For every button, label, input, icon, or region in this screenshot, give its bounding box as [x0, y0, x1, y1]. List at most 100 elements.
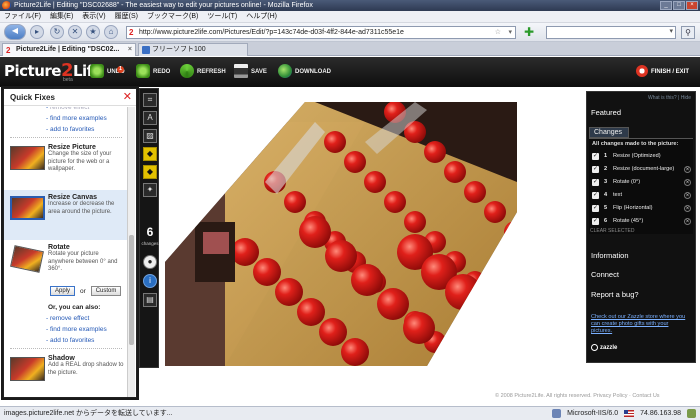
crop-tool-icon[interactable]: ⌗	[143, 93, 157, 107]
change-checkbox[interactable]: ✓	[592, 218, 599, 225]
menu-view[interactable]: 表示(V)	[82, 11, 105, 22]
also-options-title: Or, you can also:	[48, 304, 101, 311]
change-checkbox[interactable]: ✓	[592, 166, 599, 173]
change-item[interactable]: ✓ 5 Flip (Horizontal) ×	[592, 203, 692, 214]
report-bug-link[interactable]: Report a bug?	[591, 290, 639, 299]
change-item[interactable]: ✓ 4 text ×	[592, 190, 692, 201]
change-checkbox[interactable]: ✓	[592, 179, 599, 186]
tomato	[364, 171, 386, 193]
fix-resize-picture[interactable]: Resize Picture Change the size of your p…	[4, 140, 128, 190]
stop-button[interactable]: ✕	[68, 25, 82, 39]
url-dropdown-icon[interactable]: ▾	[508, 27, 512, 38]
apply-button[interactable]: Apply	[50, 286, 76, 296]
undo-count-badge: 1	[117, 66, 124, 73]
toggle-change-icon[interactable]: ×	[684, 218, 691, 225]
close-tab-icon[interactable]: ×	[128, 44, 132, 56]
maximize-button[interactable]: □	[673, 1, 685, 10]
save-button[interactable]: SAVE	[234, 64, 267, 80]
back-button[interactable]: ◀	[4, 24, 26, 40]
changes-list: All changes made to the picture: ✓ 1 Res…	[589, 138, 693, 234]
remove-effect-link[interactable]: remove effect	[4, 313, 128, 324]
tomato	[253, 258, 281, 286]
navigation-toolbar: ◀ ▸ ↻ ✕ ★ ⌂ 2 http://www.picture2life.co…	[0, 23, 700, 42]
clear-selected-button[interactable]: CLEAR SELECTED	[590, 228, 634, 234]
forward-button[interactable]: ▸	[30, 25, 44, 39]
home-button[interactable]: ⌂	[104, 25, 118, 39]
change-item[interactable]: ✓ 2 Resize (document-large) ×	[592, 164, 692, 175]
quick-fixes-panel: Quick Fixes ✕ remove effect find more ex…	[3, 88, 137, 398]
ip-address: 74.86.163.98	[640, 410, 681, 417]
featured-heading[interactable]: Featured	[591, 108, 621, 117]
tab-label: Picture2Life | Editing "DSC02...	[16, 46, 120, 53]
custom-button[interactable]: Custom	[90, 286, 122, 296]
star-icon[interactable]: ☆	[495, 27, 501, 38]
toggle-change-icon[interactable]: ×	[684, 179, 691, 186]
scrollbar-thumb[interactable]	[129, 235, 134, 345]
changes-tab[interactable]: Changes	[589, 127, 629, 138]
tab-picture2life[interactable]: 2 Picture2Life | Editing "DSC02... ×	[2, 43, 136, 56]
tomato	[469, 294, 505, 330]
change-checkbox[interactable]: ✓	[592, 205, 599, 212]
redo-button[interactable]: REDO	[136, 64, 170, 80]
menu-history[interactable]: 履歴(S)	[115, 11, 138, 22]
find-more-examples-link[interactable]: find more examples	[4, 324, 128, 335]
tomato	[299, 216, 331, 248]
add-to-favorites-link[interactable]: add to favorites	[4, 124, 128, 135]
what-is-this-hide-links[interactable]: What is this? | Hide	[648, 95, 691, 101]
download-button[interactable]: DOWNLOAD	[278, 64, 331, 80]
url-bar[interactable]: 2 http://www.picture2life.com/Pictures/E…	[126, 26, 516, 39]
close-panel-icon[interactable]: ✕	[123, 91, 132, 103]
menu-edit[interactable]: 編集(E)	[50, 11, 73, 22]
layers-icon[interactable]: ▤	[143, 293, 157, 307]
magic-wand-icon[interactable]: ✦	[143, 183, 157, 197]
find-more-examples-link[interactable]: find more examples	[4, 113, 128, 124]
freesoft-favicon	[142, 46, 150, 54]
us-flag-icon	[624, 410, 635, 417]
menu-tools[interactable]: ツール(T)	[207, 11, 237, 22]
warning-sign-icon[interactable]: ◆	[143, 165, 157, 179]
sign-tool-icon[interactable]: ◆	[143, 147, 157, 161]
toggle-change-icon[interactable]: ×	[684, 166, 691, 173]
close-window-button[interactable]: ×	[686, 1, 698, 10]
add-to-favorites-link[interactable]: add to favorites	[4, 335, 128, 346]
tomato	[484, 201, 506, 223]
change-checkbox[interactable]: ✓	[592, 192, 599, 199]
fix-shadow[interactable]: Shadow Add a REAL drop shadow to the pic…	[4, 351, 128, 397]
finish-exit-button[interactable]: FINISH / EXIT	[636, 64, 689, 80]
text-tool-icon[interactable]: A	[143, 111, 157, 125]
zazzle-logo[interactable]: zazzle	[591, 344, 617, 351]
picture2life-logo[interactable]: Picture2Life	[4, 60, 103, 81]
image-tool-icon[interactable]: ▨	[143, 129, 157, 143]
zazzle-store-link[interactable]: Check out our Zazzle store where you can…	[591, 314, 691, 335]
search-icon[interactable]: ⚲	[681, 26, 695, 39]
bookmark-page-icon[interactable]: ★	[86, 25, 100, 39]
change-item[interactable]: ✓ 1 Resize (Optimized)	[592, 151, 692, 162]
fix-resize-canvas[interactable]: Resize Canvas Increase or decrease the a…	[4, 190, 128, 240]
quick-fixes-scrollbar[interactable]	[127, 107, 135, 397]
change-item[interactable]: ✓ 3 Rotate (0°) ×	[592, 177, 692, 188]
record-icon[interactable]: ●	[143, 255, 157, 269]
information-link[interactable]: Information	[591, 251, 629, 260]
menu-bookmarks[interactable]: ブックマーク(B)	[147, 11, 198, 22]
info-icon[interactable]: i	[143, 274, 157, 288]
photo-canvas[interactable]	[165, 102, 517, 366]
tomato	[351, 264, 383, 296]
toggle-change-icon[interactable]: ×	[684, 205, 691, 212]
menu-file[interactable]: ファイル(F)	[4, 11, 41, 22]
change-item[interactable]: ✓ 6 Rotate (45°) ×	[592, 216, 692, 227]
refresh-button[interactable]: REFRESH	[180, 64, 226, 80]
change-checkbox[interactable]: ✓	[592, 153, 599, 160]
connect-link[interactable]: Connect	[591, 270, 619, 279]
quick-fixes-list: remove effect find more examples add to …	[4, 107, 128, 397]
fix-rotate[interactable]: Rotate Rotate your picture anywhere betw…	[4, 240, 128, 286]
search-dropdown-icon[interactable]: ▾	[669, 27, 673, 35]
search-input[interactable]: ▾	[546, 26, 676, 39]
tomato	[324, 131, 346, 153]
addon-icon[interactable]	[687, 409, 696, 418]
add-plus-icon[interactable]: ✚	[524, 26, 536, 38]
toggle-change-icon[interactable]: ×	[684, 192, 691, 199]
tab-freesoft[interactable]: フリーソフト100	[138, 43, 248, 56]
reload-button[interactable]: ↻	[50, 25, 64, 39]
minimize-button[interactable]: _	[660, 1, 672, 10]
menu-help[interactable]: ヘルプ(H)	[246, 11, 277, 22]
